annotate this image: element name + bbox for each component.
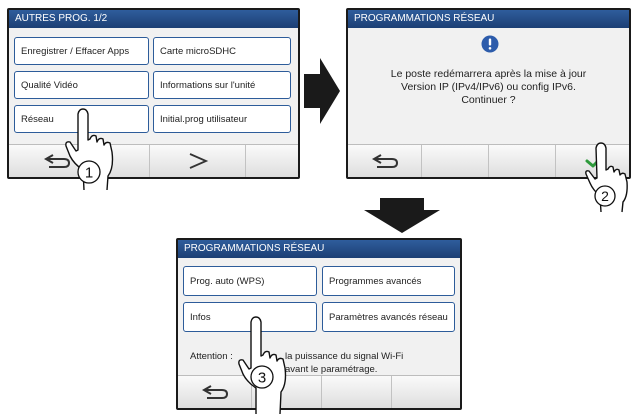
back-button[interactable] <box>9 145 105 177</box>
unit-info-button[interactable]: Informations sur l'unité <box>153 71 291 99</box>
back-arrow-icon <box>43 154 71 168</box>
apps-button[interactable]: Enregistrer / Effacer Apps <box>14 37 149 65</box>
info-button[interactable]: Infos <box>183 302 317 332</box>
network-button[interactable]: Réseau <box>14 105 149 133</box>
back-arrow-icon <box>201 385 228 399</box>
back-button[interactable] <box>348 145 421 177</box>
blank-segment <box>421 145 489 177</box>
screen3-button-bar <box>178 375 460 408</box>
attention-label: Attention : <box>190 351 233 362</box>
step-number-2: 2 <box>601 188 609 204</box>
blank-segment <box>105 145 106 177</box>
back-button[interactable] <box>178 376 251 408</box>
back-arrow-icon <box>371 154 398 168</box>
checkmark-icon <box>585 154 605 168</box>
blank-segment <box>488 145 556 177</box>
screen1-title: AUTRES PROG. 1/2 <box>9 10 298 28</box>
screen-network-settings: PROGRAMMATIONS RÉSEAU Prog. auto (WPS) P… <box>176 238 462 410</box>
screen3-body: Prog. auto (WPS) Programmes avancés Info… <box>178 258 460 376</box>
next-chevron-icon <box>189 153 209 169</box>
blank-segment <box>251 376 322 408</box>
attention-text-line1: la puissance du signal Wi-Fi <box>285 351 404 362</box>
network-advanced-button[interactable]: Paramètres avancés réseau <box>322 302 455 332</box>
screen2-title: PROGRAMMATIONS RÉSEAU <box>348 10 629 28</box>
flow-arrow-down-icon <box>364 198 440 233</box>
blank-segment <box>245 145 298 177</box>
screen2-button-bar <box>348 144 629 177</box>
microsd-button[interactable]: Carte microSDHC <box>153 37 291 65</box>
exclamation-icon <box>481 35 499 53</box>
screen2-body: Le poste redémarrera après la mise à jou… <box>348 28 629 145</box>
confirm-message: Le poste redémarrera après la mise à jou… <box>390 68 587 106</box>
screen-other-settings: AUTRES PROG. 1/2 Enregistrer / Effacer A… <box>7 8 300 179</box>
blank-segment <box>391 376 460 408</box>
confirm-button[interactable] <box>555 145 629 177</box>
attention-text-line2: avant le paramétrage. <box>285 364 378 375</box>
screen3-title: PROGRAMMATIONS RÉSEAU <box>178 240 460 258</box>
init-settings-button[interactable]: Initial.prog utilisateur <box>153 105 291 133</box>
wps-button[interactable]: Prog. auto (WPS) <box>183 266 317 296</box>
screen-network-confirm: PROGRAMMATIONS RÉSEAU Le poste redémarre… <box>346 8 631 179</box>
screen1-body: Enregistrer / Effacer Apps Carte microSD… <box>9 28 298 145</box>
advanced-settings-button[interactable]: Programmes avancés <box>322 266 455 296</box>
flow-arrow-right-icon <box>304 58 340 124</box>
next-button[interactable] <box>149 145 246 177</box>
screen1-button-bar <box>9 144 298 177</box>
video-quality-button[interactable]: Qualité Vidéo <box>14 71 149 99</box>
blank-segment <box>321 376 392 408</box>
